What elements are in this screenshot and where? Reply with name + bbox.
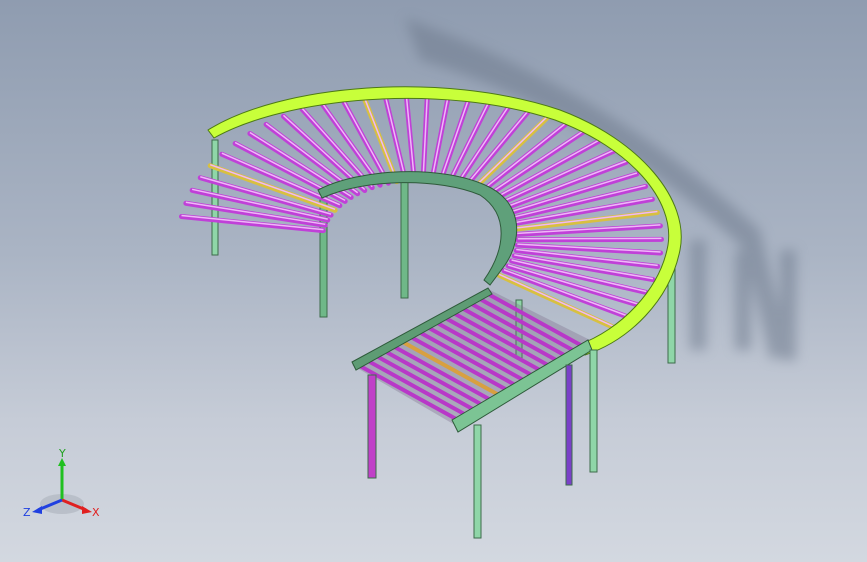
z-axis-head-icon	[32, 506, 42, 514]
roller-highlight	[383, 90, 407, 180]
roller-highlight	[405, 89, 415, 180]
graphics-viewport[interactable]: Y X Z	[0, 0, 867, 562]
z-axis-label: Z	[23, 506, 31, 519]
curved-inner-rail	[317, 171, 518, 286]
x-axis-label: X	[92, 506, 100, 519]
orientation-triad[interactable]: Y X Z	[22, 448, 102, 528]
y-axis-label: Y	[58, 448, 66, 460]
x-axis-head-icon	[82, 506, 92, 514]
conveyor-3d-model[interactable]	[0, 0, 867, 562]
straight-roller-bed	[351, 287, 593, 433]
